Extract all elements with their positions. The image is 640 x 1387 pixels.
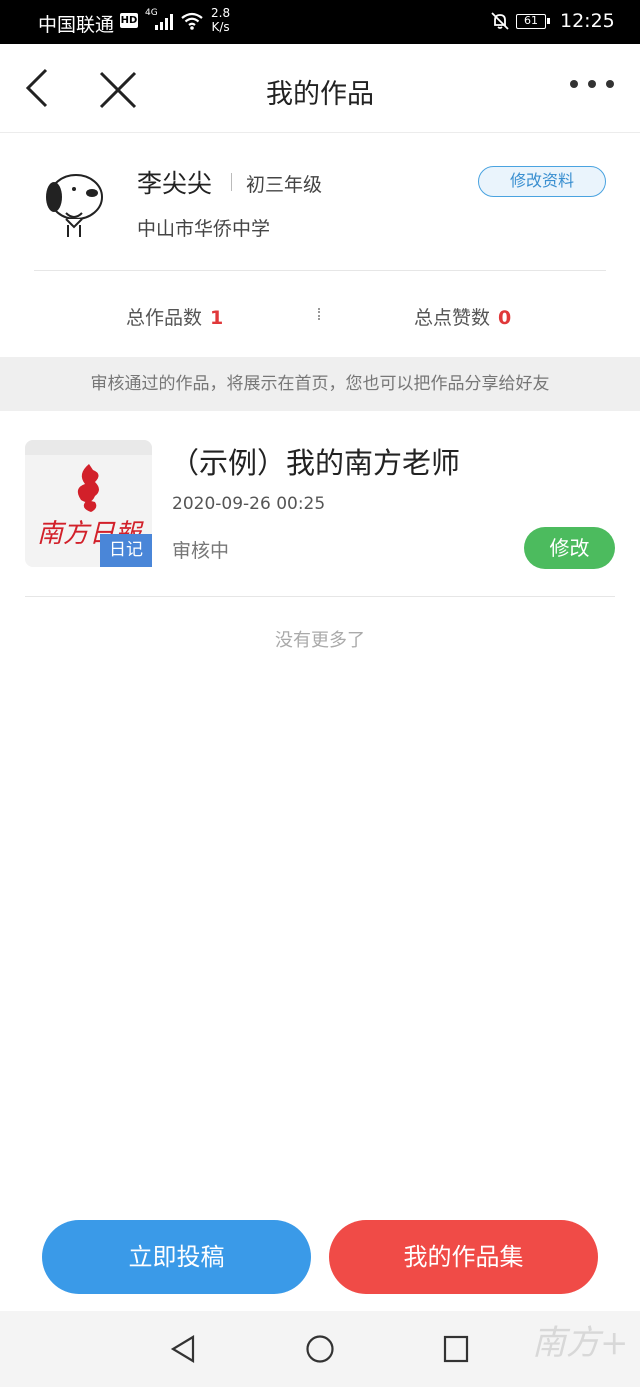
work-date: 2020-09-26 00:25 (172, 494, 326, 514)
carrier-name: 中国联通 (38, 14, 115, 36)
battery-icon: 61 (516, 14, 550, 29)
speed-unit: K/s (211, 20, 230, 34)
avatar[interactable] (34, 163, 112, 241)
signal-icon (155, 14, 175, 30)
user-name: 李尖尖 (137, 169, 213, 198)
total-likes-label: 总点赞数 (414, 307, 491, 329)
nav-bar: 我的作品 (0, 44, 640, 133)
name-separator (231, 173, 232, 191)
edit-profile-button[interactable]: 修改资料 (478, 166, 606, 197)
user-grade: 初三年级 (246, 174, 323, 196)
category-badge: 日记 (100, 534, 152, 567)
page-title: 我的作品 (266, 79, 374, 110)
watermark-logo: 南方+ (532, 1323, 629, 1363)
stat-separator (318, 308, 322, 320)
hd-badge: HD (120, 13, 138, 28)
work-title[interactable]: （示例）我的南方老师 (170, 440, 460, 482)
total-works-label: 总作品数 (126, 307, 203, 329)
clock: 12:25 (560, 10, 615, 32)
bell-muted-icon (491, 12, 509, 30)
network-speed: 2.8 K/s (211, 6, 230, 34)
divider (34, 270, 606, 271)
thumbnail-header (25, 440, 152, 455)
back-triangle-icon[interactable] (170, 1334, 196, 1364)
wifi-icon (181, 12, 203, 30)
total-works-count: 1 (210, 307, 224, 329)
divider (25, 596, 615, 597)
profile-card: 李尖尖 初三年级 中山市华侨中学 修改资料 总作品数 1 总点赞数 0 (0, 133, 640, 358)
status-bar: 中国联通 HD 4G 2.8 K/s 61 12:25 (0, 0, 640, 44)
notice-banner: 审核通过的作品，将展示在首页，您也可以把作品分享给好友 (0, 357, 640, 411)
speed-value: 2.8 (211, 6, 231, 20)
my-collection-button[interactable]: 我的作品集 (329, 1220, 598, 1294)
work-status: 审核中 (172, 540, 230, 562)
home-circle-icon[interactable] (305, 1334, 335, 1364)
recent-apps-icon[interactable] (443, 1335, 469, 1363)
total-likes-count: 0 (498, 307, 512, 329)
more-icon[interactable] (568, 78, 616, 90)
list-end-text: 没有更多了 (275, 630, 365, 651)
user-school: 中山市华侨中学 (137, 218, 271, 240)
edit-work-button[interactable]: 修改 (524, 527, 615, 569)
total-works-stat: 总作品数 1 (126, 303, 223, 330)
total-likes-stat: 总点赞数 0 (414, 303, 511, 330)
battery-level: 61 (524, 14, 538, 27)
submit-button[interactable]: 立即投稿 (42, 1220, 311, 1294)
work-list-item[interactable]: 南方日報 日记 （示例）我的南方老师 2020-09-26 00:25 审核中 … (0, 412, 640, 596)
